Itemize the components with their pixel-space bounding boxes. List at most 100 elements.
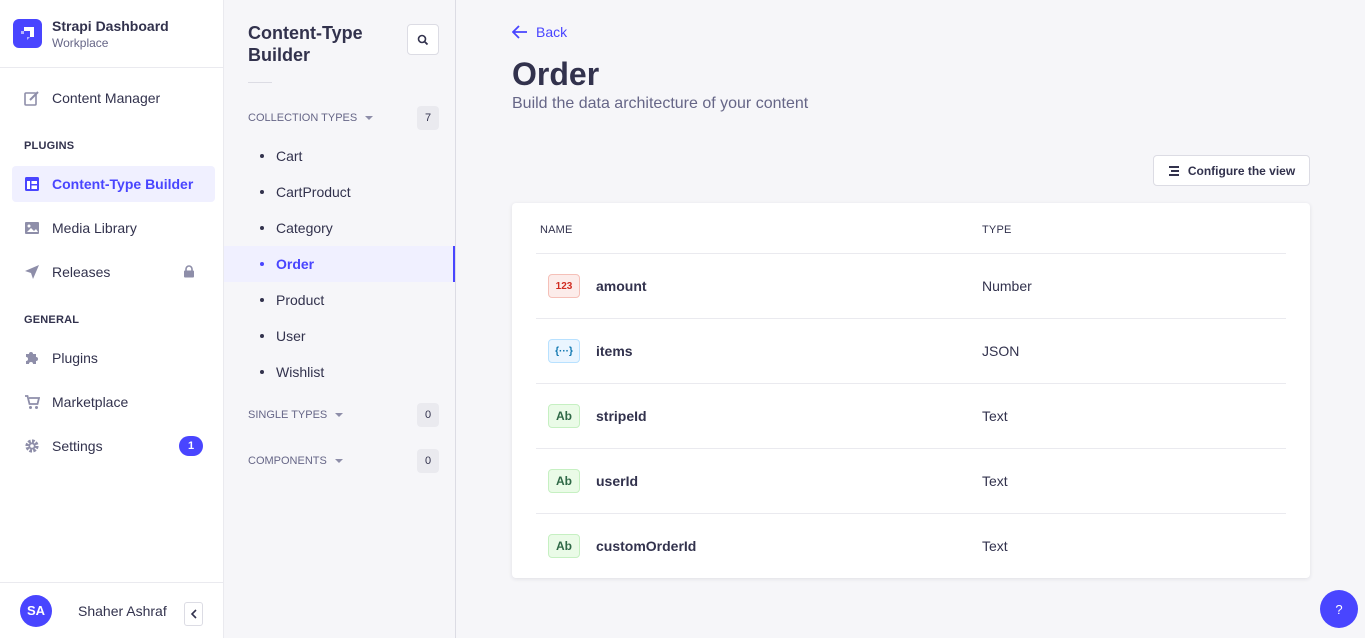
- nav-media-library[interactable]: Media Library: [12, 210, 215, 246]
- feather-icon: [24, 90, 40, 106]
- search-icon: [417, 34, 429, 45]
- layout-icon: [24, 176, 40, 192]
- field-name: items: [596, 343, 633, 359]
- back-link[interactable]: Back: [512, 24, 567, 40]
- bullet: [260, 154, 264, 158]
- ct-item-label: Wishlist: [276, 364, 325, 380]
- table-row[interactable]: Ab userId Text: [536, 448, 1286, 513]
- number-type-icon: 123: [548, 274, 580, 298]
- user-bar: SA Shaher Ashraf: [0, 582, 223, 638]
- json-type-icon: {···}: [548, 339, 580, 363]
- brand[interactable]: Strapi Dashboard Workplace: [0, 0, 223, 68]
- nav-content-manager[interactable]: Content Manager: [12, 80, 215, 116]
- text-type-icon: Ab: [548, 404, 580, 428]
- collapse-nav-button[interactable]: [184, 602, 203, 626]
- strapi-logo-icon: [13, 19, 42, 48]
- nav-settings[interactable]: Settings 1: [12, 428, 215, 464]
- nav-section-plugins: PLUGINS: [24, 140, 75, 152]
- field-name: amount: [596, 278, 647, 294]
- field-type: JSON: [982, 343, 1020, 359]
- ct-item-cart[interactable]: Cart: [224, 138, 455, 174]
- notification-badge: 1: [179, 436, 203, 456]
- group-count: 7: [417, 106, 439, 130]
- bullet: [260, 370, 264, 374]
- table-row[interactable]: 123 amount Number: [536, 253, 1286, 318]
- column-header-type: TYPE: [982, 224, 1012, 236]
- field-type: Number: [982, 278, 1032, 294]
- nav-plugins[interactable]: Plugins: [12, 340, 215, 376]
- subnav-title: Content-Type Builder: [248, 23, 363, 65]
- user-name[interactable]: Shaher Ashraf: [78, 603, 167, 619]
- field-name: userId: [596, 473, 639, 489]
- image-icon: [24, 220, 40, 236]
- caret-down-icon: [335, 413, 344, 417]
- nav-label: Settings: [52, 438, 103, 454]
- brand-subtitle: Workplace: [52, 35, 109, 50]
- list-settings-icon: [1168, 165, 1179, 176]
- ct-item-product[interactable]: Product: [224, 282, 455, 318]
- content-type-subnav: Content-Type Builder COLLECTION TYPES 7 …: [224, 0, 456, 638]
- nav-content-type-builder[interactable]: Content-Type Builder: [12, 166, 215, 202]
- fields-table: NAME TYPE 123 amount Number {···} items …: [512, 203, 1310, 578]
- back-label: Back: [536, 24, 568, 40]
- group-count: 0: [417, 449, 439, 473]
- help-button[interactable]: ?: [1320, 590, 1358, 628]
- ct-item-label: CartProduct: [276, 184, 351, 200]
- nav-label: Releases: [52, 264, 111, 280]
- components-toggle[interactable]: COMPONENTS 0: [248, 449, 439, 473]
- nav-marketplace[interactable]: Marketplace: [12, 384, 215, 420]
- ct-item-category[interactable]: Category: [224, 210, 455, 246]
- nav-label: Content Manager: [52, 90, 161, 106]
- table-row[interactable]: {···} items JSON: [536, 318, 1286, 383]
- table-row[interactable]: Ab stripeId Text: [536, 383, 1286, 448]
- page-subtitle: Build the data architecture of your cont…: [512, 95, 809, 112]
- search-button[interactable]: [407, 24, 439, 55]
- ct-item-label: Cart: [276, 148, 303, 164]
- collection-types-toggle[interactable]: COLLECTION TYPES 7: [248, 106, 439, 130]
- lock-icon: [183, 265, 195, 281]
- shopping-cart-icon: [24, 394, 40, 410]
- gear-icon: [24, 438, 40, 454]
- bullet: [260, 334, 264, 338]
- field-type: Text: [982, 538, 1008, 554]
- divider: [248, 82, 272, 83]
- puzzle-icon: [24, 350, 40, 366]
- chevron-left-icon: [190, 609, 197, 619]
- field-type: Text: [982, 408, 1008, 424]
- nav-label: Media Library: [52, 220, 137, 236]
- arrow-left-icon: [512, 25, 527, 39]
- ct-item-label: User: [276, 328, 306, 344]
- page-title: Order: [512, 56, 600, 92]
- bullet: [260, 298, 264, 302]
- bullet: [260, 262, 264, 266]
- table-row[interactable]: Ab customOrderId Text: [536, 513, 1286, 578]
- bullet: [260, 226, 264, 230]
- configure-label: Configure the view: [1187, 163, 1296, 178]
- bullet: [260, 190, 264, 194]
- ct-item-label: Category: [276, 220, 333, 236]
- ct-item-order[interactable]: Order: [224, 246, 455, 282]
- text-type-icon: Ab: [548, 469, 580, 493]
- avatar[interactable]: SA: [20, 594, 52, 627]
- nav-label: Content-Type Builder: [52, 176, 194, 192]
- text-type-icon: Ab: [548, 534, 580, 558]
- nav-releases[interactable]: Releases: [12, 254, 215, 290]
- field-name: customOrderId: [596, 538, 697, 554]
- caret-down-icon: [365, 116, 374, 120]
- nav-label: Marketplace: [52, 394, 129, 410]
- group-label: COLLECTION TYPES: [248, 112, 358, 124]
- ct-item-label: Order: [276, 256, 315, 272]
- nav-label: Plugins: [52, 350, 98, 366]
- group-label: SINGLE TYPES: [248, 409, 328, 421]
- nav-section-general: GENERAL: [24, 314, 80, 326]
- single-types-toggle[interactable]: SINGLE TYPES 0: [248, 403, 439, 427]
- configure-view-button[interactable]: Configure the view: [1153, 155, 1310, 186]
- ct-item-cartproduct[interactable]: CartProduct: [224, 174, 455, 210]
- field-name: stripeId: [596, 408, 647, 424]
- group-count: 0: [417, 403, 439, 427]
- column-header-name: NAME: [540, 224, 573, 236]
- ct-item-wishlist[interactable]: Wishlist: [224, 354, 455, 390]
- ct-item-label: Product: [276, 292, 325, 308]
- ct-item-user[interactable]: User: [224, 318, 455, 354]
- field-type: Text: [982, 473, 1008, 489]
